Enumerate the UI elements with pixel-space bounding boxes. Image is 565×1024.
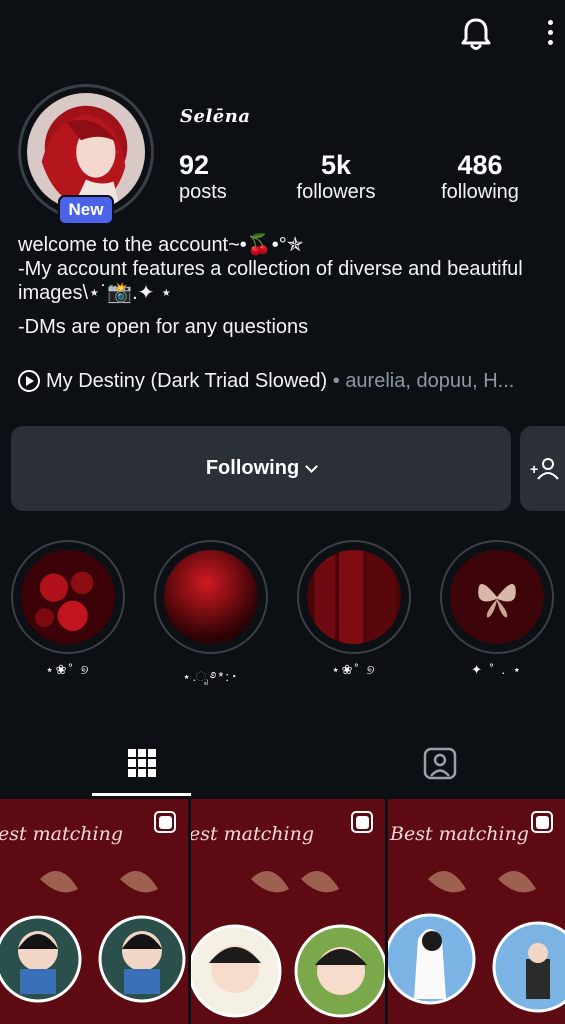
highlight-cover-butterfly xyxy=(450,550,544,644)
post-tile[interactable]: est matching xyxy=(191,799,385,1024)
following-label: following xyxy=(441,181,519,203)
svg-text:+: + xyxy=(530,461,538,477)
posts-label: posts xyxy=(179,181,227,203)
notifications-bell-icon[interactable] xyxy=(456,14,496,54)
suggested-users-button[interactable]: + xyxy=(520,426,565,511)
profile-tabs xyxy=(0,730,565,796)
story-highlight[interactable] xyxy=(154,540,268,654)
bio-line: -DMs are open for any questions xyxy=(18,316,309,338)
tagged-icon xyxy=(423,747,456,780)
bio-line: -My account features a collection of div… xyxy=(18,258,523,304)
highlight-cover-red-flowers xyxy=(21,550,115,644)
music-separator: • xyxy=(327,369,346,392)
bio-line: welcome to the account~•🍒•°✯ xyxy=(18,234,304,256)
chevron-down-icon xyxy=(305,459,319,473)
following-count: 486 xyxy=(457,150,503,180)
followers-stat[interactable]: 5k followers xyxy=(290,150,382,204)
active-tab-indicator xyxy=(92,793,191,796)
post-image xyxy=(191,871,385,1018)
carousel-icon xyxy=(531,811,553,833)
post-caption: Best matching xyxy=(390,823,529,845)
post-tile[interactable]: Best matching xyxy=(388,799,565,1024)
followers-label: followers xyxy=(296,181,376,203)
followers-count: 5k xyxy=(320,150,352,180)
post-caption: est matching xyxy=(191,823,315,845)
post-image xyxy=(0,871,186,1003)
posts-count: 92 xyxy=(179,150,210,180)
add-person-icon: + xyxy=(530,457,559,480)
post-image xyxy=(388,871,565,1013)
posts-stat: 92 posts xyxy=(179,150,227,204)
following-button[interactable]: Following xyxy=(11,426,511,511)
post-tile[interactable]: est matching xyxy=(0,799,188,1024)
highlight-cover-red-books xyxy=(307,550,401,644)
highlight-label: ⋆❀˚ ୭ xyxy=(45,662,91,677)
new-badge: New xyxy=(58,195,114,225)
highlight-label: ⋆.ೃ࿔*:･ xyxy=(182,669,240,684)
play-icon[interactable] xyxy=(18,370,40,392)
bio: welcome to the account~•🍒•°✯ -My account… xyxy=(18,233,548,339)
highlight-label: ⋆❀˚ ୭ xyxy=(331,662,377,677)
post-caption: est matching xyxy=(0,823,124,845)
story-highlight[interactable] xyxy=(11,540,125,654)
music-artists: aurelia, dopuu, H... xyxy=(345,369,515,392)
tab-posts-grid[interactable] xyxy=(92,730,191,796)
posts-grid: est matching est matching Best matching xyxy=(0,799,565,1024)
story-highlight[interactable] xyxy=(440,540,554,654)
carousel-icon xyxy=(154,811,176,833)
tab-tagged[interactable] xyxy=(390,730,489,796)
username: Selēna xyxy=(180,106,251,127)
following-stat[interactable]: 486 following xyxy=(434,150,526,204)
grid-icon xyxy=(127,749,156,777)
avatar xyxy=(27,93,145,211)
more-options-icon[interactable] xyxy=(538,16,562,48)
following-button-label: Following xyxy=(205,457,300,479)
profile-music[interactable]: My Destiny (Dark Triad Slowed) • aurelia… xyxy=(18,368,563,394)
highlight-label: ✦ ˚ . ⋆ xyxy=(471,662,523,677)
music-track: My Destiny (Dark Triad Slowed) xyxy=(46,369,328,392)
highlight-cover-red-abstract xyxy=(164,550,258,644)
story-highlight[interactable] xyxy=(297,540,411,654)
carousel-icon xyxy=(351,811,373,833)
top-bar xyxy=(0,0,565,70)
